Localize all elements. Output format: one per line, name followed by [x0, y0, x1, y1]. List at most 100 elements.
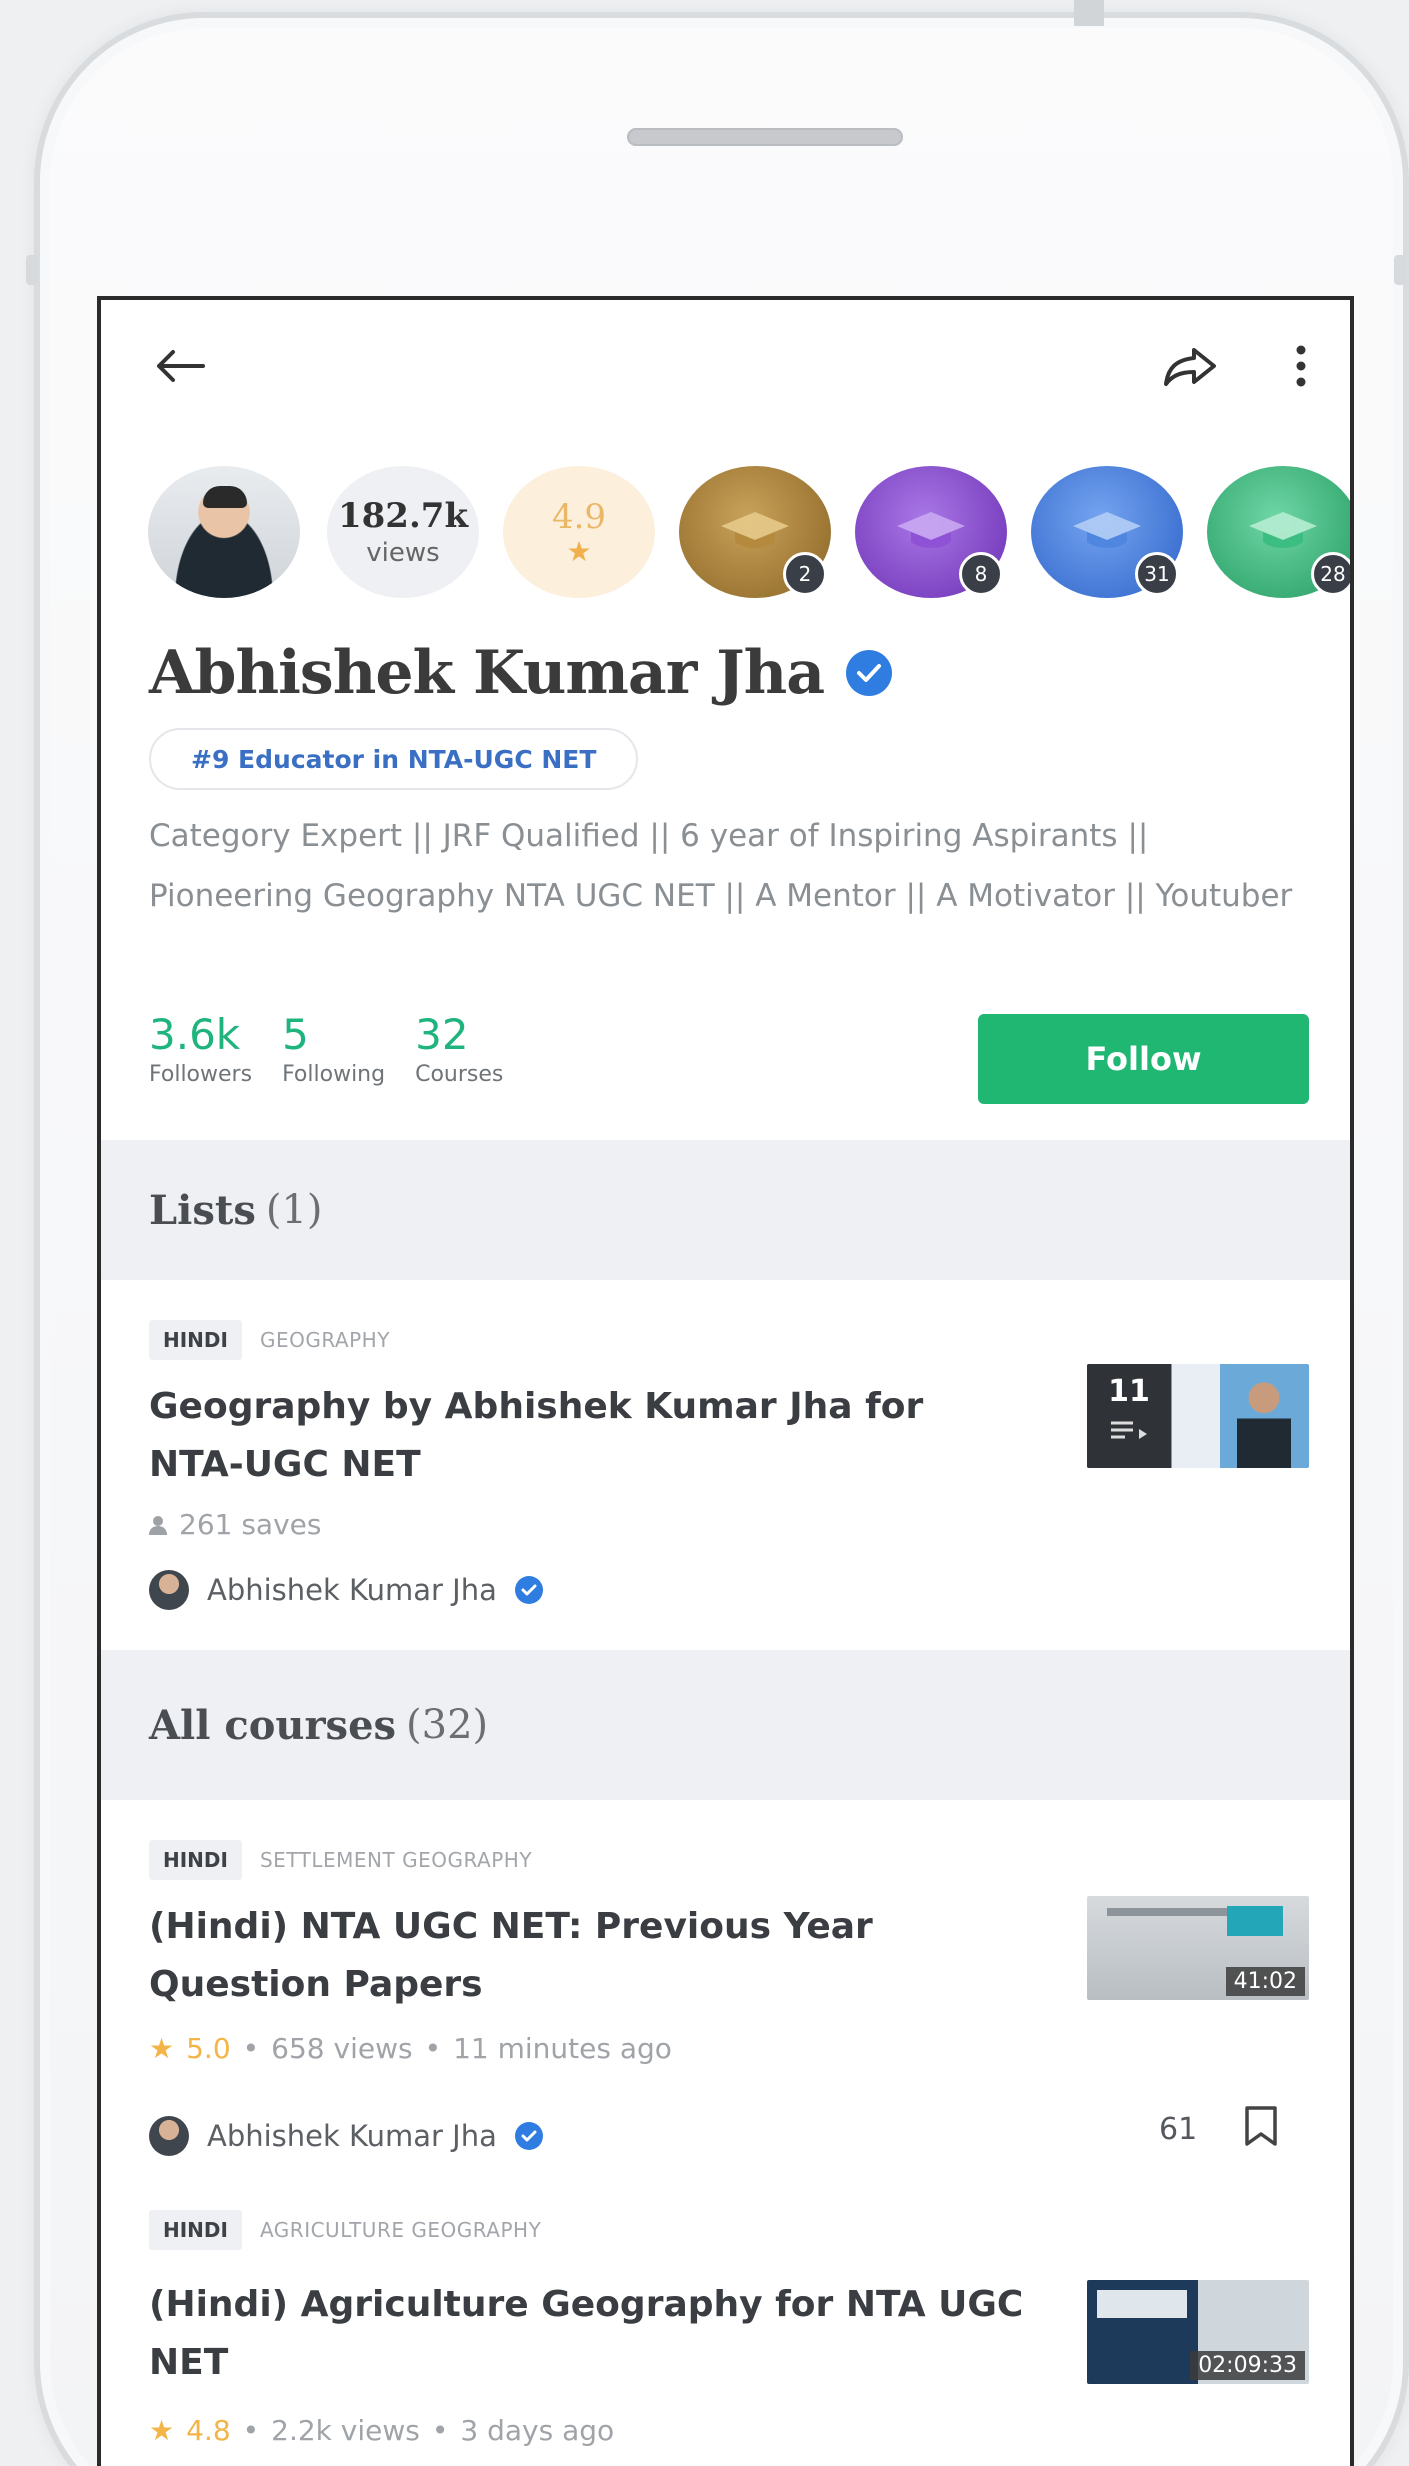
separator: •: [424, 2032, 442, 2065]
author-name: Abhishek Kumar Jha: [207, 2119, 497, 2153]
star-icon: ★: [149, 2032, 175, 2065]
back-arrow-icon[interactable]: [151, 342, 207, 390]
profile-name: Abhishek Kumar Jha: [149, 638, 825, 708]
course-thumbnail[interactable]: 41:02: [1087, 1896, 1309, 2000]
list-author[interactable]: Abhishek Kumar Jha: [149, 1570, 543, 1610]
topic-tag: GEOGRAPHY: [259, 1328, 390, 1352]
course-age: 11 minutes ago: [453, 2032, 672, 2065]
stat-label: Following: [282, 1062, 386, 1087]
medal-badge-purple[interactable]: 8: [855, 466, 1007, 598]
course-thumbnail[interactable]: 02:09:33: [1087, 2280, 1309, 2384]
section-count: (32): [406, 1702, 489, 1748]
app-screen: 182.7k views 4.9 ★ 2 8 31 28 Abhishek Ku…: [97, 296, 1354, 2466]
thumbnail-screen-content: [1097, 2290, 1187, 2318]
thumbnail-person: [1237, 1378, 1291, 1468]
tag-row: HINDI AGRICULTURE GEOGRAPHY: [149, 2210, 541, 2250]
topic-tag: SETTLEMENT GEOGRAPHY: [259, 1848, 533, 1872]
medal-count: 28: [1311, 552, 1350, 596]
stat-value: 5: [282, 1010, 309, 1059]
thumbnail-highlight: [1227, 1906, 1283, 1936]
profile-avatar[interactable]: [148, 466, 300, 598]
phone-top-button: [1074, 0, 1104, 26]
saves-row: 261 saves: [149, 1508, 321, 1541]
course-age: 3 days ago: [460, 2414, 615, 2447]
thumbnail-screen-content: [1107, 1908, 1227, 1916]
graduation-cap-icon: [1073, 512, 1141, 548]
medal-count: 2: [783, 552, 827, 596]
course-card[interactable]: HINDI AGRICULTURE GEOGRAPHY (Hindi) Agri…: [101, 2180, 1350, 2466]
graduation-cap-icon: [897, 512, 965, 548]
medal-badge-bronze[interactable]: 2: [679, 466, 831, 598]
course-views: 658 views: [271, 2032, 413, 2065]
stat-label: Followers: [149, 1062, 253, 1087]
course-rating: 5.0: [186, 2032, 231, 2065]
verified-icon: [514, 1576, 543, 1604]
views-count: 182.7k: [337, 496, 469, 536]
author-avatar: [149, 1570, 189, 1610]
stat-label: Courses: [415, 1062, 504, 1087]
separator: •: [242, 2414, 260, 2447]
list-item-count: 11: [1108, 1374, 1150, 1409]
author-avatar: [149, 2116, 189, 2156]
section-count: (1): [265, 1187, 323, 1233]
video-duration: 41:02: [1225, 1967, 1305, 1996]
stat-courses[interactable]: 32 Courses: [415, 1010, 504, 1088]
stat-followers[interactable]: 3.6k Followers: [149, 1010, 253, 1088]
course-card[interactable]: HINDI SETTLEMENT GEOGRAPHY (Hindi) NTA U…: [101, 1800, 1350, 2180]
graduation-cap-icon: [721, 512, 789, 548]
graduation-cap-icon: [1249, 512, 1317, 548]
stat-following[interactable]: 5 Following: [282, 1010, 386, 1088]
stat-value: 32: [415, 1010, 469, 1059]
saves-count: 261 saves: [179, 1508, 322, 1541]
topic-tag: AGRICULTURE GEOGRAPHY: [259, 2218, 542, 2242]
medal-badge-blue[interactable]: 31: [1031, 466, 1183, 598]
course-title[interactable]: (Hindi) Agriculture Geography for NTA UG…: [149, 2276, 1029, 2392]
profile-name-row: Abhishek Kumar Jha: [149, 638, 893, 708]
medal-badge-green[interactable]: 28: [1207, 466, 1350, 598]
medal-count: 8: [959, 552, 1003, 596]
phone-side-button-left: [26, 255, 38, 285]
separator: •: [242, 2032, 260, 2065]
phone-side-button-right: [1394, 255, 1406, 285]
follow-button[interactable]: Follow: [978, 1014, 1309, 1104]
section-title: All courses: [149, 1701, 397, 1749]
bookmark-icon[interactable]: [1241, 2104, 1281, 2148]
courses-section-header: All courses (32): [101, 1650, 1350, 1800]
educator-rank-pill[interactable]: #9 Educator in NTA-UGC NET: [149, 728, 639, 790]
language-tag: HINDI: [149, 1840, 242, 1880]
video-duration: 02:09:33: [1190, 2351, 1305, 2380]
separator: •: [431, 2414, 449, 2447]
share-icon[interactable]: [1161, 342, 1221, 390]
views-label: views: [366, 538, 440, 568]
course-views: 2.2k views: [271, 2414, 420, 2447]
save-count: 61: [1159, 2112, 1198, 2147]
more-vertical-icon[interactable]: [1281, 340, 1321, 392]
playlist-icon: [1111, 1421, 1147, 1439]
list-thumbnail[interactable]: 11: [1087, 1364, 1309, 1468]
medal-count: 31: [1135, 552, 1179, 596]
profile-bio: Category Expert || JRF Qualified || 6 ye…: [149, 818, 1293, 914]
language-tag: HINDI: [149, 1320, 242, 1360]
course-meta: ★ 4.8 • 2.2k views • 3 days ago: [149, 2414, 614, 2447]
rating-value: 4.9: [551, 496, 607, 537]
author-name: Abhishek Kumar Jha: [207, 1573, 497, 1607]
person-icon: [149, 1515, 167, 1535]
top-bar: [101, 300, 1350, 420]
thumbnail-count-overlay: 11: [1087, 1364, 1171, 1468]
phone-speaker: [627, 128, 903, 146]
list-card[interactable]: HINDI GEOGRAPHY Geography by Abhishek Ku…: [101, 1280, 1350, 1650]
tag-row: HINDI SETTLEMENT GEOGRAPHY: [149, 1840, 532, 1880]
star-icon: ★: [149, 2414, 175, 2447]
rating-badge: 4.9 ★: [503, 466, 655, 598]
stat-value: 3.6k: [149, 1010, 241, 1059]
profile-stats: 3.6k Followers 5 Following 32 Courses: [149, 1010, 504, 1088]
lists-section-header: Lists (1): [101, 1140, 1350, 1280]
list-title[interactable]: Geography by Abhishek Kumar Jha for NTA-…: [149, 1378, 1029, 1494]
course-rating: 4.8: [186, 2414, 231, 2447]
tag-row: HINDI GEOGRAPHY: [149, 1320, 390, 1360]
course-meta: ★ 5.0 • 658 views • 11 minutes ago: [149, 2032, 672, 2065]
course-author[interactable]: Abhishek Kumar Jha: [149, 2116, 543, 2156]
course-title[interactable]: (Hindi) NTA UGC NET: Previous Year Quest…: [149, 1898, 1029, 2014]
star-icon: ★: [566, 534, 592, 568]
section-title: Lists: [149, 1186, 256, 1234]
